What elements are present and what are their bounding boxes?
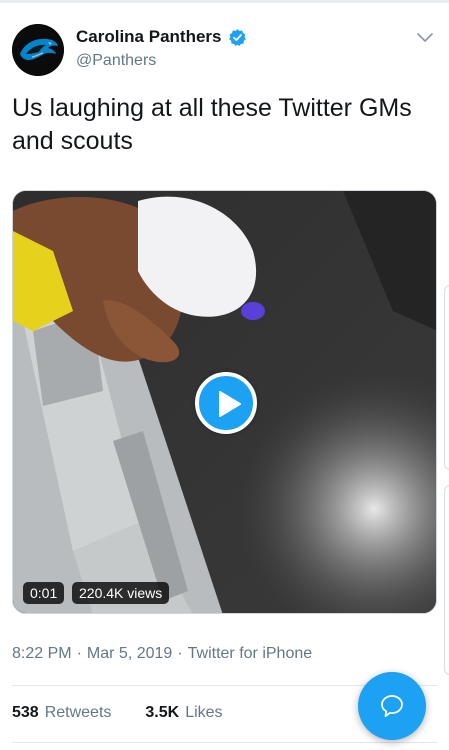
handle[interactable]: @Panthers	[76, 52, 247, 70]
meta-separator: ·	[177, 645, 183, 662]
compose-button[interactable]	[358, 672, 426, 740]
retweets-stat[interactable]: 538 Retweets	[12, 704, 111, 722]
retweets-label: Retweets	[44, 704, 112, 721]
tweet-date[interactable]: Mar 5, 2019	[87, 645, 172, 663]
play-icon	[219, 391, 241, 417]
adjacent-card-edge	[444, 485, 449, 675]
reply-bubble-icon	[381, 695, 403, 717]
tweet-text: Us laughing at all these Twitter GMs and…	[12, 94, 412, 155]
likes-label: Likes	[185, 704, 223, 721]
adjacent-card-edge	[444, 285, 449, 470]
retweets-count: 538	[12, 704, 39, 721]
tweet-meta: 8:22 PM · Mar 5, 2019 · Twitter for iPho…	[12, 645, 312, 663]
tweet-header: Carolina Panthers @Panthers	[12, 24, 437, 78]
video-player[interactable]: 0:01 220.4K views	[12, 190, 437, 614]
likes-stat[interactable]: 3.5K Likes	[145, 704, 222, 722]
display-name[interactable]: Carolina Panthers	[76, 27, 222, 47]
meta-separator: ·	[76, 645, 82, 662]
author-names: Carolina Panthers @Panthers	[76, 27, 247, 70]
tweet-source[interactable]: Twitter for iPhone	[188, 645, 313, 663]
play-button[interactable]	[195, 372, 257, 434]
video-views: 220.4K views	[72, 582, 170, 604]
panther-logo-icon[interactable]	[12, 24, 64, 76]
video-duration: 0:01	[23, 582, 65, 604]
chevron-down-icon[interactable]	[417, 30, 433, 42]
divider	[12, 742, 437, 743]
likes-count: 3.5K	[145, 704, 180, 721]
tweet-time[interactable]: 8:22 PM	[12, 645, 72, 663]
top-divider	[0, 0, 449, 3]
tweet-stats: 538 Retweets 3.5K Likes	[12, 704, 223, 722]
verified-badge-icon	[228, 28, 247, 47]
